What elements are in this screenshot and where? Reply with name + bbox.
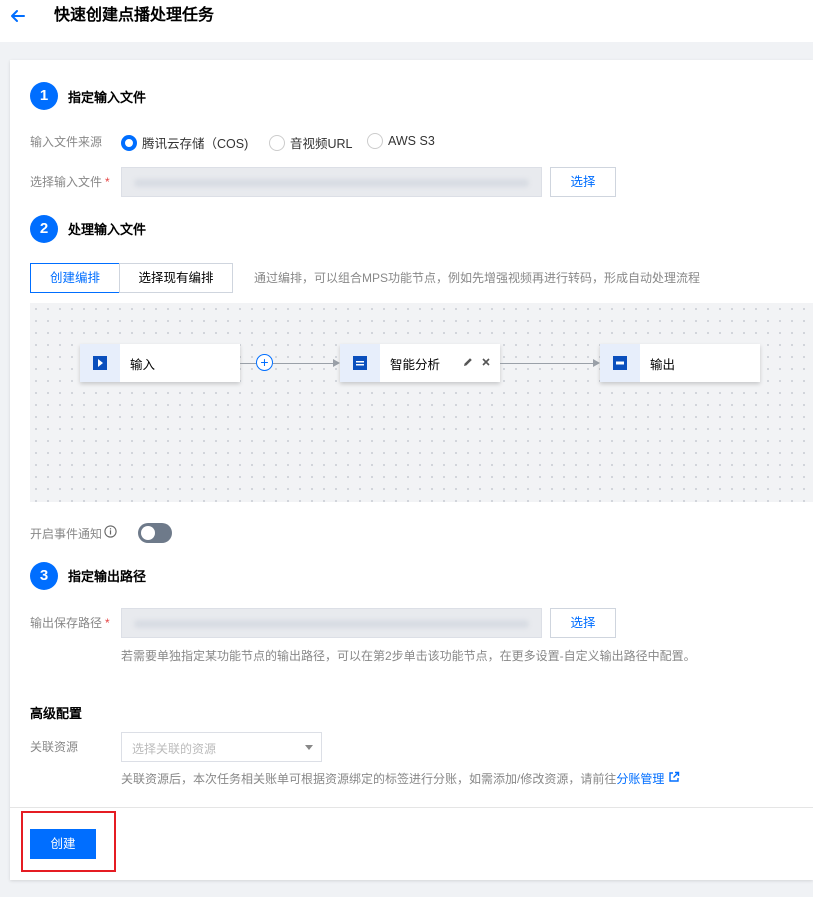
add-node-plus-icon[interactable]: +	[256, 354, 273, 371]
resource-label: 关联资源	[30, 740, 79, 754]
step-3-title: 指定输出路径	[68, 569, 147, 584]
output-path-hint: 若需要单独指定某功能节点的输出路径，可以在第2步单击该功能节点，在更多设置-自定…	[121, 649, 696, 663]
step-2-badge: 2	[30, 215, 58, 243]
input-file-field[interactable]	[121, 167, 542, 197]
radio-cos-dot	[121, 134, 137, 151]
advanced-config-title: 高级配置	[30, 706, 83, 721]
radio-s3-dot	[367, 133, 383, 149]
output-path-label: 输出保存路径 *	[30, 615, 110, 631]
input-file-label: 选择输入文件 *	[30, 174, 110, 190]
radio-url-dot	[269, 134, 285, 151]
arrowhead-icon	[593, 359, 600, 367]
output-path-field[interactable]	[121, 608, 542, 638]
event-notify-toggle[interactable]	[138, 523, 172, 543]
node-analysis[interactable]: 智能分析	[340, 344, 500, 382]
output-icon	[600, 344, 640, 382]
input-file-label-text: 选择输入文件	[30, 175, 103, 189]
footer-divider	[10, 807, 813, 808]
billing-management-link[interactable]: 分账管理	[616, 771, 664, 787]
source-label: 输入文件来源	[30, 135, 103, 149]
resource-select-placeholder: 选择关联的资源	[132, 742, 217, 756]
tab-select-existing-workflow[interactable]: 选择现有编排	[119, 263, 233, 293]
analysis-icon	[340, 344, 380, 382]
edit-pencil-icon[interactable]	[462, 356, 474, 371]
required-mark: *	[105, 616, 110, 630]
radio-s3-label: AWS S3	[388, 134, 435, 148]
back-arrow-icon[interactable]	[8, 6, 28, 26]
step-2-title: 处理输入文件	[68, 222, 147, 237]
select-output-path-button[interactable]: 选择	[550, 608, 616, 638]
resource-hint-text: 关联资源后，本次任务相关账单可根据资源绑定的标签进行分账，如需添加/修改资源，请…	[121, 772, 617, 786]
resource-select[interactable]: 选择关联的资源	[121, 732, 322, 762]
radio-cos[interactable]: 腾讯云存储（COS)	[121, 133, 248, 152]
chevron-down-icon	[305, 745, 313, 750]
radio-url[interactable]: 音视频URL	[269, 133, 353, 152]
radio-cos-label: 腾讯云存储（COS)	[142, 137, 249, 151]
tab-create-workflow[interactable]: 创建编排	[30, 263, 120, 293]
resource-hint: 关联资源后，本次任务相关账单可根据资源绑定的标签进行分账，如需添加/修改资源，请…	[121, 771, 680, 787]
page-title: 快速创建点播处理任务	[54, 7, 215, 24]
output-path-label-text: 输出保存路径	[30, 616, 103, 630]
node-output[interactable]: 输出	[600, 344, 760, 382]
close-icon[interactable]	[480, 356, 492, 371]
task-form-card: 1 指定输入文件 输入文件来源 腾讯云存储（COS) 音视频URL AWS S3…	[10, 60, 813, 880]
radio-url-label: 音视频URL	[290, 137, 353, 151]
node-input[interactable]: 输入	[80, 344, 240, 382]
select-input-file-button[interactable]: 选择	[550, 167, 616, 197]
event-notify-label-text: 开启事件通知	[30, 526, 103, 541]
node-analysis-label: 智能分析	[390, 357, 441, 372]
step-1-title: 指定输入文件	[68, 90, 147, 105]
edge-analysis-output	[500, 363, 593, 364]
highlight-box	[21, 811, 116, 872]
node-analysis-actions	[462, 356, 492, 371]
radio-s3[interactable]: AWS S3	[367, 133, 435, 149]
event-notify-label: 开启事件通知	[30, 525, 117, 542]
info-icon[interactable]	[104, 525, 117, 542]
workflow-hint: 通过编排，可以组合MPS功能节点，例如先增强视频再进行转码，形成自动处理流程	[254, 271, 701, 285]
top-bar: 快速创建点播处理任务	[0, 0, 813, 42]
workflow-canvas[interactable]: 输入 + 智能分析 输出	[30, 303, 813, 502]
arrowhead-icon	[333, 359, 340, 367]
external-link-icon[interactable]	[668, 771, 680, 787]
step-3-badge: 3	[30, 562, 58, 590]
step-1-badge: 1	[30, 82, 58, 110]
node-output-label: 输出	[650, 357, 676, 372]
required-mark: *	[105, 175, 110, 189]
node-input-label: 输入	[130, 357, 156, 372]
edge-input-plus	[240, 363, 256, 364]
edge-plus-analysis	[273, 363, 333, 364]
play-icon	[80, 344, 120, 382]
toggle-knob	[141, 526, 155, 540]
